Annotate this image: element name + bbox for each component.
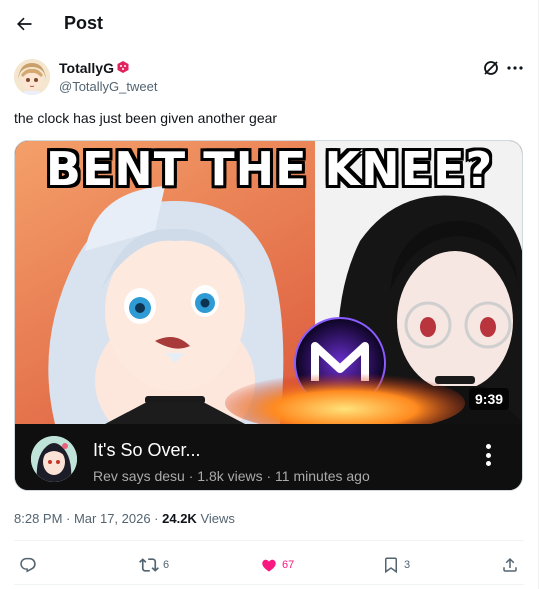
video-meta: Rev says desu · 1.8k views · 11 minutes … — [93, 468, 370, 484]
views-label: Views — [196, 511, 235, 526]
bookmark-icon — [385, 557, 397, 574]
video-duration: 9:39 — [469, 388, 510, 410]
divider — [14, 540, 524, 541]
arrow-left-icon — [17, 17, 32, 31]
red-dice-icon — [116, 60, 130, 74]
author-name[interactable]: TotallyG — [59, 60, 114, 76]
reply-icon — [20, 557, 36, 573]
avatar-image — [14, 59, 50, 95]
vertical-dots-icon[interactable] — [478, 442, 498, 468]
embedded-video-card[interactable]: BENT THE KNEE? 9:39 It's So Over... Rev … — [14, 140, 523, 491]
like-button[interactable]: 67 — [260, 555, 294, 575]
post-timestamp: 8:28 PM · Mar 17, 2026 · 24.2K Views — [14, 511, 235, 526]
back-button[interactable] — [9, 9, 39, 39]
bookmark-count: 3 — [404, 559, 411, 571]
author-avatar[interactable] — [14, 59, 50, 95]
post-author: TotallyG @TotallyG_tweet — [14, 57, 524, 97]
share-icon — [503, 557, 517, 572]
author-handle[interactable]: @TotallyG_tweet — [59, 79, 157, 94]
channel-avatar-image — [31, 436, 77, 482]
thumbnail-headline: BENT THE KNEE? — [45, 142, 494, 196]
retweet-button[interactable]: 6 — [139, 555, 169, 575]
share-button[interactable] — [501, 555, 523, 575]
video-title[interactable]: It's So Over... — [93, 440, 200, 461]
column-divider — [538, 0, 539, 589]
views-count: 24.2K — [162, 511, 197, 526]
tweet-text: the clock has just been given another ge… — [14, 110, 278, 126]
video-info-bar: It's So Over... Rev says desu · 1.8k vie… — [15, 424, 522, 490]
heart-icon — [262, 559, 276, 572]
divider-bottom — [14, 584, 524, 585]
retweet-count: 6 — [163, 559, 170, 571]
action-bar: 6 67 3 — [14, 555, 524, 575]
post-time[interactable]: 8:28 PM · Mar 17, 2026 · — [14, 511, 162, 526]
reply-button[interactable] — [19, 555, 41, 575]
video-thumbnail[interactable]: BENT THE KNEE? 9:39 — [15, 141, 522, 424]
bookmark-button[interactable]: 3 — [382, 555, 410, 575]
page-title: Post — [64, 13, 104, 33]
more-dots-icon[interactable] — [506, 59, 524, 77]
grok-icon[interactable] — [482, 59, 500, 77]
like-count: 67 — [282, 559, 295, 571]
top-header: Post — [0, 0, 538, 48]
channel-avatar[interactable] — [31, 436, 77, 482]
retweet-icon — [139, 558, 159, 572]
